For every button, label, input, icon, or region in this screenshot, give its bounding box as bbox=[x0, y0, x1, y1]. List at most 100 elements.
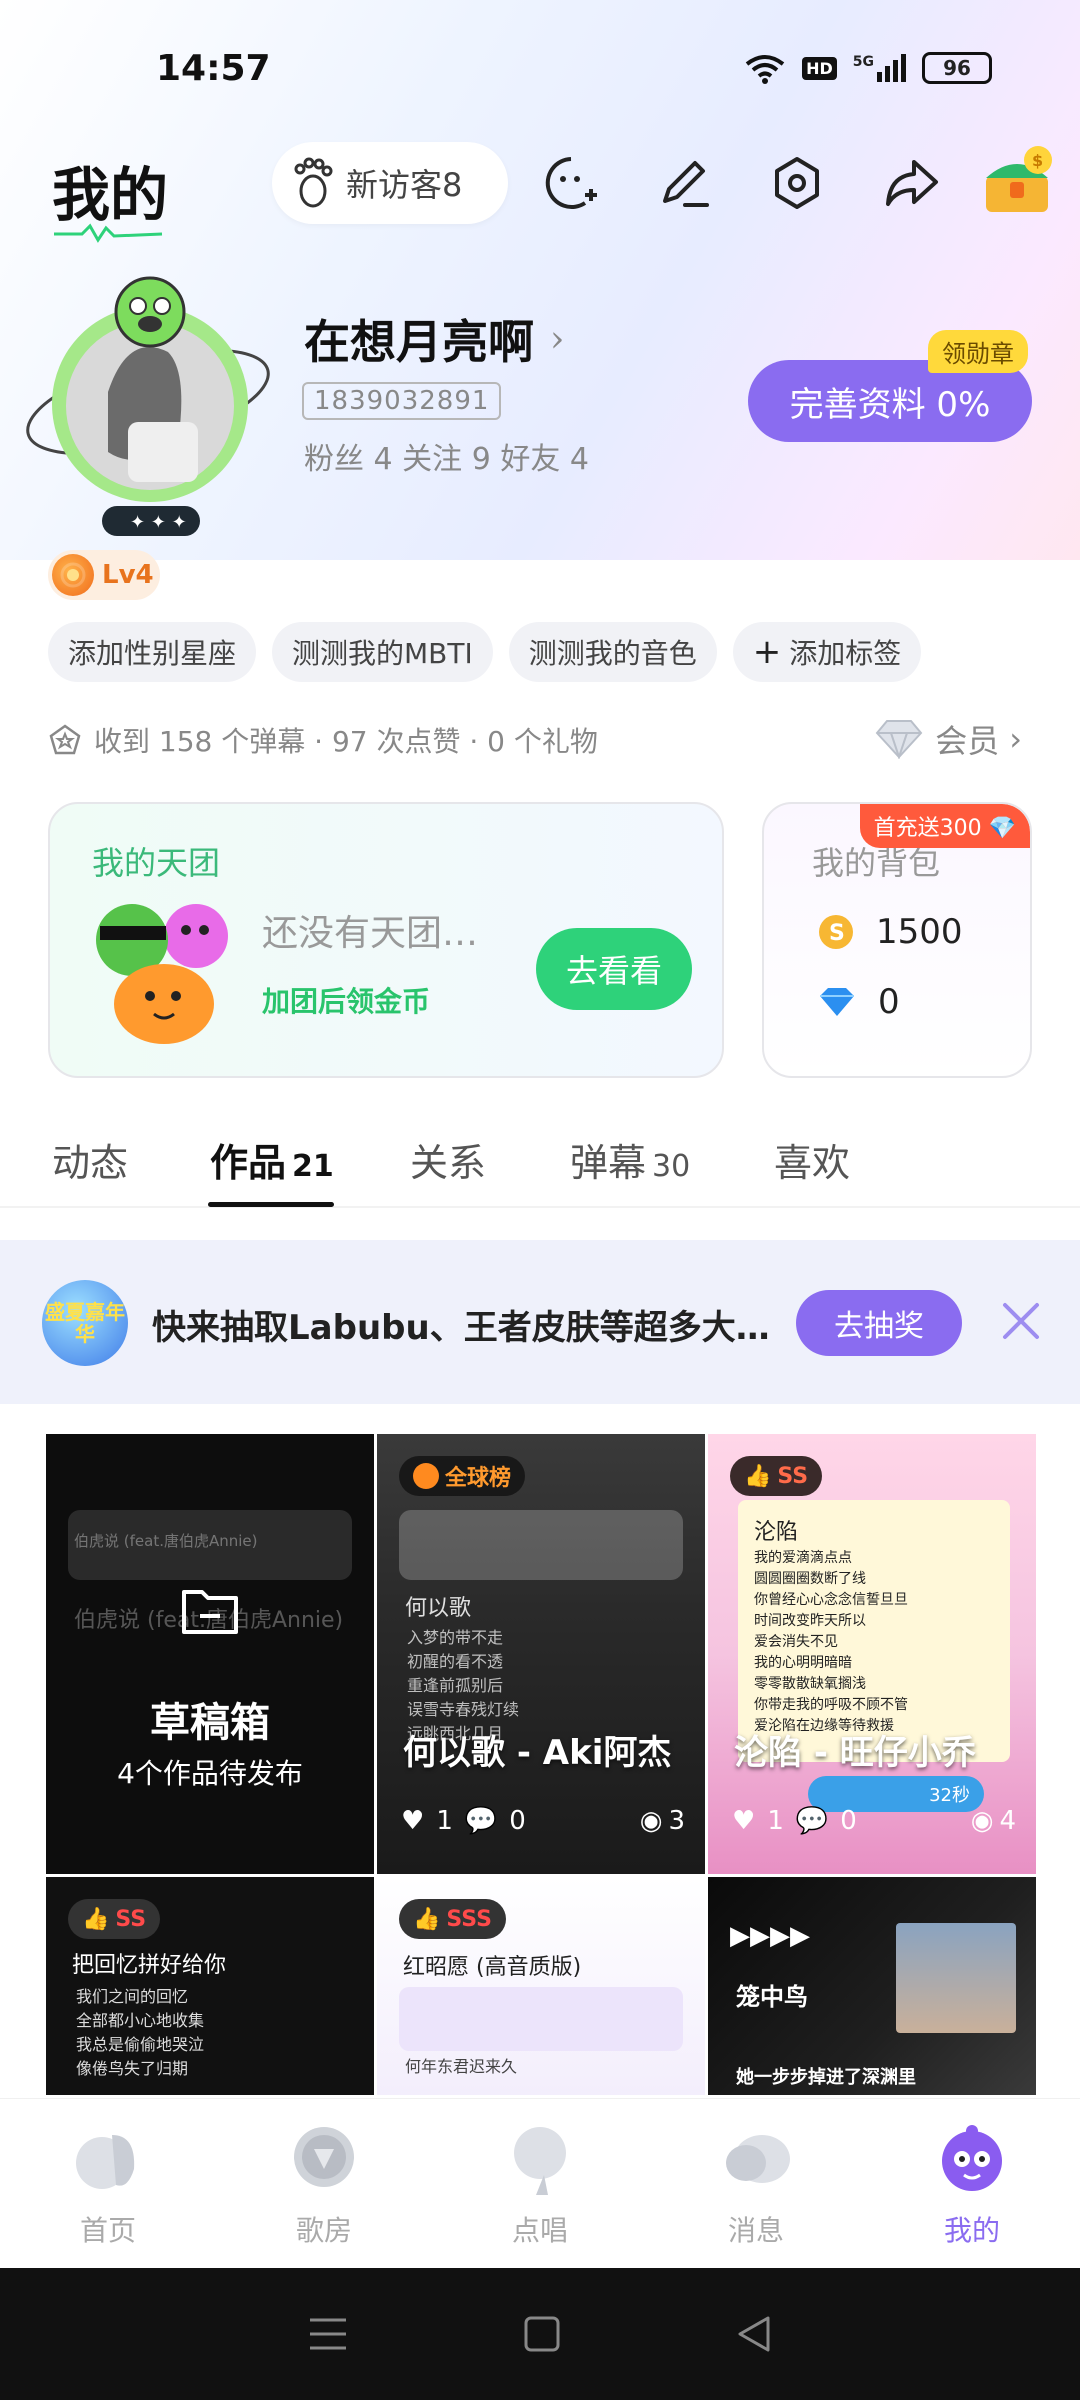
lottery-button[interactable]: 去抽奖 bbox=[796, 1290, 962, 1356]
follow-stats[interactable]: 粉丝 4 关注 9 好友 4 bbox=[304, 434, 589, 478]
eye-icon: ◉ bbox=[639, 1806, 663, 1836]
pencil-icon bbox=[663, 161, 709, 207]
network-icon: 5G bbox=[853, 54, 906, 82]
nav-me[interactable]: 我的 bbox=[892, 2119, 1052, 2249]
plus-icon: + bbox=[752, 632, 782, 672]
blue-diamond-icon bbox=[820, 988, 854, 1016]
song-player-card bbox=[399, 1510, 683, 1580]
home-icon bbox=[76, 2134, 135, 2189]
vip-button[interactable]: 会员 › bbox=[873, 716, 1022, 762]
status-time: 14:57 bbox=[156, 48, 271, 89]
work-tile[interactable]: 👍 SSS 红昭愿 (高音质版) 何年东君迟来久 bbox=[377, 1877, 705, 2095]
microphone-icon bbox=[514, 2126, 566, 2195]
heart-icon: ♥ bbox=[401, 1806, 425, 1836]
add-friend-icon bbox=[545, 157, 597, 209]
nav-messages[interactable]: 消息 bbox=[676, 2119, 836, 2249]
settings-button[interactable] bbox=[762, 148, 832, 218]
karaoke-room-icon bbox=[294, 2126, 354, 2187]
my-group-sub: 加团后领金币 bbox=[262, 985, 431, 1018]
level-flower-icon bbox=[52, 554, 94, 596]
work-tile[interactable]: 👍 SS 沦陷 我的爱滴滴点点 圆圆圈圈数断了线 你曾经心心念念信誓旦旦 时间改变昨天所… bbox=[708, 1434, 1036, 1874]
battery-icon: 96 bbox=[922, 52, 992, 84]
drafts-title: 草稿箱 bbox=[150, 1699, 270, 1746]
home-square-icon[interactable] bbox=[524, 2316, 560, 2352]
tag-mbti[interactable]: 测测我的MBTI bbox=[272, 622, 493, 682]
thumbs-up-icon: 👍 bbox=[82, 1906, 110, 1932]
nav-sing[interactable]: 点唱 bbox=[460, 2119, 620, 2249]
lyric-lines: 何年东君迟来久 bbox=[405, 2057, 518, 2076]
play-arrows-icon: ▶▶▶▶ bbox=[730, 1921, 810, 1951]
add-friend-button[interactable] bbox=[536, 148, 606, 218]
tag-gender-zodiac[interactable]: 添加性别星座 bbox=[48, 622, 257, 682]
diamond-balance: 0 bbox=[818, 982, 900, 1022]
chart-icon bbox=[413, 1463, 439, 1489]
tag-voice[interactable]: 测测我的音色 bbox=[508, 622, 717, 682]
avatar[interactable]: ✦ ✦ ✦ bbox=[18, 272, 282, 542]
bottom-navigation: 首页 歌房 点唱 消息 我的 bbox=[0, 2098, 1080, 2268]
thumbs-up-icon: 👍 bbox=[413, 1906, 441, 1932]
user-id: 1839032891 bbox=[302, 382, 502, 420]
work-tile[interactable]: 👍 SS 把回忆拼好给你 我们之间的回忆 全部都小心地收集 我总是偷偷地哭泣 像倦鸟失了… bbox=[46, 1877, 374, 2095]
received-summary-text: 收到 158 个弹幕 · 97 次点赞 · 0 个礼物 bbox=[94, 725, 598, 758]
work-tile[interactable]: ▶▶▶▶ 笼中鸟 她一步步掉进了深渊里 bbox=[708, 1877, 1036, 2095]
profile-mascot-icon bbox=[942, 2124, 1002, 2191]
tab-works[interactable]: 作品 21 bbox=[210, 1132, 410, 1187]
edit-button[interactable] bbox=[648, 148, 718, 218]
menu-icon[interactable] bbox=[308, 2316, 348, 2352]
close-banner-button[interactable] bbox=[996, 1296, 1046, 1346]
profile-tabs: 动态 作品 21 关系 弹幕 30 喜欢 bbox=[0, 1112, 1080, 1208]
promo-banner[interactable]: 盛夏嘉年华 快来抽取Labubu、王者皮肤等超多大… 去抽奖 bbox=[0, 1240, 1080, 1404]
treasure-chest-icon: $ bbox=[986, 146, 1052, 212]
go-look-button[interactable]: 去看看 bbox=[536, 928, 692, 1010]
tab-likes[interactable]: 喜欢 bbox=[774, 1132, 934, 1187]
nav-karaoke-room[interactable]: 歌房 bbox=[244, 2119, 404, 2249]
tab-dynamics[interactable]: 动态 bbox=[52, 1132, 210, 1187]
cover-photo bbox=[896, 1923, 1016, 2033]
get-medal-tag[interactable]: 领勋章 bbox=[928, 330, 1028, 373]
svg-text:✦ ✦ ✦: ✦ ✦ ✦ bbox=[130, 512, 187, 533]
bg-song-title: 沦陷 bbox=[754, 1520, 799, 1545]
nav-messages-label: 消息 bbox=[727, 2213, 784, 2247]
bg-song-title: 笼中鸟 bbox=[736, 1983, 808, 2011]
close-icon bbox=[1003, 1303, 1039, 1339]
first-charge-ribbon: 首充送300 💎 bbox=[859, 804, 1030, 848]
drafts-tile[interactable]: 伯虎说 (feat.唐伯虎Annie) 伯虎说 (feat.唐伯虎Annie) … bbox=[46, 1434, 374, 1874]
folder-icon bbox=[182, 1590, 238, 1634]
my-group-card[interactable]: 我的天团 还没有天团… 加团后领金币 去看看 bbox=[48, 802, 724, 1078]
share-button[interactable] bbox=[876, 148, 946, 218]
new-visitors-button[interactable]: 新访客8 bbox=[272, 142, 508, 224]
tab-relations[interactable]: 关系 bbox=[410, 1132, 570, 1187]
pentagon-star-icon bbox=[49, 724, 81, 755]
lyric-lines: 我的爱滴滴点点 圆圆圈圈数断了线 你曾经心心念念信誓旦旦 时间改变昨天所以 爱会消失不见… bbox=[754, 1550, 908, 1734]
back-icon[interactable] bbox=[736, 2316, 772, 2352]
tab-danmaku[interactable]: 弹幕 30 bbox=[570, 1132, 774, 1187]
level-label: Lv4 bbox=[102, 560, 154, 590]
lyric-lines: 我们之间的回忆 全部都小心地收集 我总是偷偷地哭泣 像倦鸟失了归期 bbox=[76, 1987, 205, 2078]
share-icon bbox=[886, 160, 938, 206]
global-chart-badge: 全球榜 bbox=[399, 1456, 526, 1496]
coin-balance: S 1500 bbox=[818, 912, 963, 952]
received-summary: 收到 158 个弹幕 · 97 次点赞 · 0 个礼物 bbox=[48, 720, 598, 760]
diamond-icon: 💎 bbox=[988, 816, 1016, 841]
nav-karaoke-room-label: 歌房 bbox=[295, 2213, 352, 2247]
heart-icon: ♥ bbox=[732, 1806, 756, 1836]
profile-name-button[interactable]: 在想月亮啊 › bbox=[304, 306, 564, 372]
eye-icon: ◉ bbox=[970, 1806, 994, 1836]
my-group-label: 我的天团 bbox=[92, 844, 221, 882]
nav-home[interactable]: 首页 bbox=[28, 2119, 188, 2249]
nav-home-label: 首页 bbox=[79, 2213, 136, 2247]
work-tile[interactable]: 全球榜 何以歌 入梦的带不走 初醒的看不透 重逢前孤别后 误雪寺春残灯续 远眺西北几月 … bbox=[377, 1434, 705, 1874]
promo-text: 快来抽取Labubu、王者皮肤等超多大… bbox=[152, 1308, 770, 1348]
vip-label: 会员 bbox=[935, 722, 1000, 760]
caption: 她一步步掉进了深渊里 bbox=[736, 2067, 916, 2088]
active-tab-indicator bbox=[208, 1202, 334, 1207]
add-tag-button[interactable]: + 添加标签 bbox=[732, 622, 922, 682]
my-bag-card[interactable]: 我的背包 首充送300 💎 S 1500 0 bbox=[762, 802, 1032, 1078]
status-icons: HD 5G 96 bbox=[744, 52, 992, 84]
message-icon bbox=[726, 2134, 790, 2183]
title-wave-decoration bbox=[54, 223, 163, 243]
treasure-chest-button[interactable]: $ bbox=[980, 140, 1060, 220]
gear-icon bbox=[775, 157, 819, 209]
work-title: 何以歌 - Aki阿杰 bbox=[403, 1733, 672, 1773]
level-badge[interactable]: Lv4 bbox=[48, 550, 160, 600]
